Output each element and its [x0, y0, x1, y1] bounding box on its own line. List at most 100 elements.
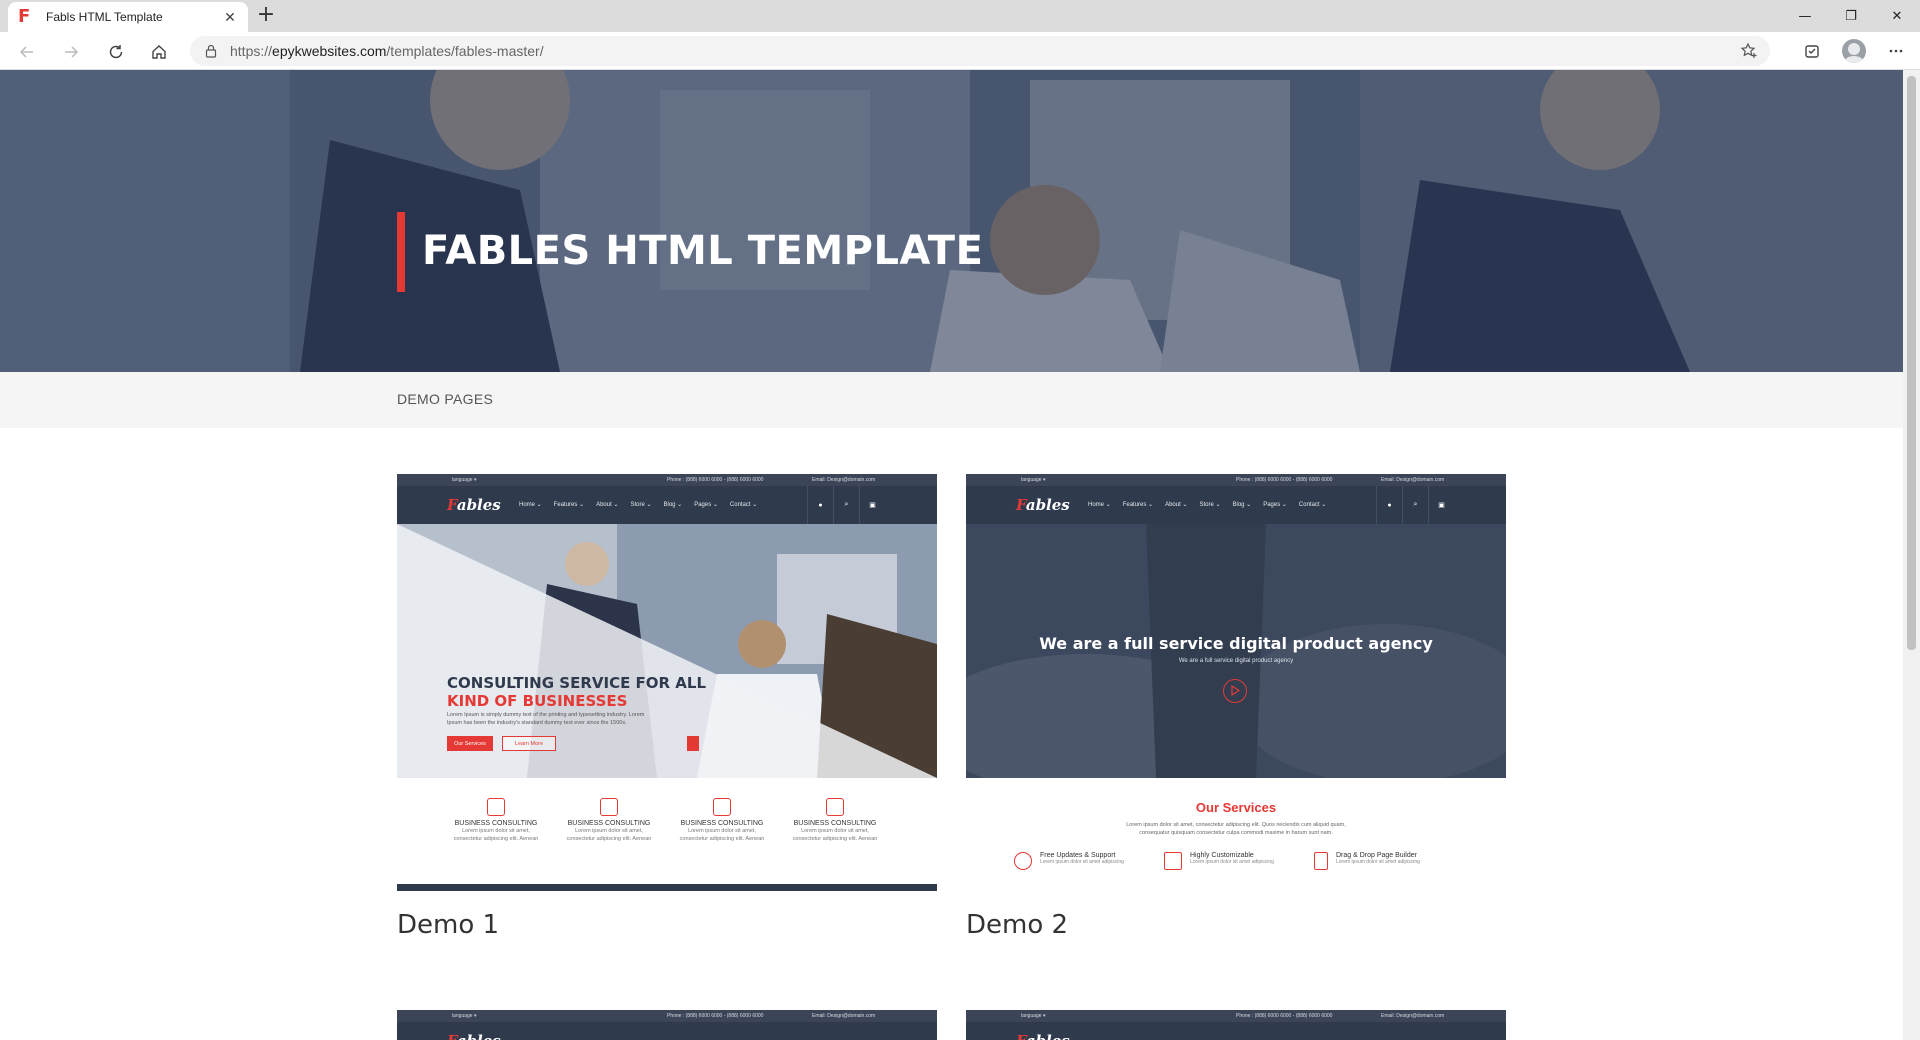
feature-title: Drag & Drop Page Builder: [1336, 852, 1417, 859]
mini-menu-item: Blog ⌄: [1232, 502, 1252, 508]
service-text: consectetur adipiscing elit. Aenean: [792, 836, 878, 842]
demo-2-services: Our Services Lorem ipsum dolor sit amet,…: [966, 778, 1506, 891]
demo-1-hero: CONSULTING SERVICE FOR ALL KIND OF BUSIN…: [397, 524, 937, 778]
mini-logo-initial: F: [447, 496, 457, 514]
home-button[interactable]: [146, 39, 172, 65]
mini-nav-icons: ● ⌕ ▣: [1376, 486, 1454, 524]
hero-banner: FABLES HTML TEMPLATE: [0, 70, 1903, 372]
play-triangle-icon: [1231, 684, 1241, 697]
demo-2-hero: We are a full service digital product ag…: [966, 524, 1506, 778]
hero-accent-bar: [397, 212, 405, 292]
mini-logo-rest: ables: [456, 496, 501, 514]
mini-nav: Fables Home ⌄ Features ⌄ About ⌄ Store ⌄…: [966, 486, 1506, 524]
monitor-icon: [1164, 852, 1182, 870]
mini-topbar: language ▾ Phone : (888) 6000 6000 - (88…: [397, 474, 937, 486]
address-bar[interactable]: https://epykwebsites.com/templates/fable…: [190, 36, 1770, 66]
service-text: Lorem ipsum dolor sit amet,: [801, 828, 869, 834]
page-scrollbar[interactable]: [1903, 70, 1920, 1040]
mini-logo-initial: F: [1016, 1032, 1026, 1040]
favorites-star-icon[interactable]: [1740, 42, 1758, 60]
page-viewport: FABLES HTML TEMPLATE DEMO PAGES language…: [0, 70, 1903, 1040]
mini-nav-icons: ● ⌕ ▣: [807, 486, 885, 524]
mini-email: Email: Design@domain.com: [812, 477, 876, 483]
forward-arrow-icon: [65, 46, 79, 58]
mini-logo-rest: ables: [1026, 1032, 1070, 1040]
mini-topbar: language ▾ Phone : (888) 6000 6000 - (88…: [966, 474, 1506, 486]
mini-menu-item: About ⌄: [596, 502, 619, 508]
demo-4-preview[interactable]: language ▾ Phone : (888) 6000 6000 - (88…: [966, 1010, 1506, 1040]
feature-title: Free Updates & Support: [1040, 852, 1116, 859]
demo-2-title[interactable]: Demo 2: [966, 910, 1068, 940]
mini-menu-item: Home ⌄: [1088, 502, 1111, 508]
demo-1-slider-button: [687, 736, 699, 751]
new-tab-button[interactable]: +: [254, 4, 278, 28]
demo-2-subline: We are a full service digital product ag…: [1178, 658, 1294, 664]
demo-1-services-button: Our Services: [447, 736, 493, 751]
mini-menu: Home ⌄ Features ⌄ About ⌄ Store ⌄ Blog ⌄…: [519, 501, 757, 508]
service-title: BUSINESS CONSULTING: [793, 820, 877, 827]
mini-language: language ▾: [452, 1013, 477, 1019]
browser-tab[interactable]: F Fabls HTML Template ✕: [8, 2, 248, 32]
document-icon: [1314, 852, 1328, 870]
demo-1-preview[interactable]: language ▾ Phone : (888) 6000 6000 - (88…: [397, 474, 937, 891]
mini-search-icon: ⌕: [1402, 486, 1428, 524]
mini-logo-rest: ables: [1025, 496, 1070, 514]
play-icon: [1223, 679, 1247, 703]
demo-3-preview[interactable]: language ▾ Phone : (888) 6000 6000 - (88…: [397, 1010, 937, 1040]
favicon-icon: F: [18, 6, 31, 27]
section-bar: DEMO PAGES: [0, 372, 1903, 428]
demo-1-title[interactable]: Demo 1: [397, 910, 499, 940]
service-item: BUSINESS CONSULTING Lorem ipsum dolor si…: [441, 798, 551, 843]
refresh-icon: [109, 45, 123, 59]
url-path: /templates/fables-master/: [386, 43, 544, 59]
mini-logo: Fables: [447, 1032, 501, 1040]
mini-phone: Phone : (888) 6000 6000 - (888) 6000 600…: [1236, 1013, 1333, 1019]
service-text: consectetur adipiscing elit. Aenean: [453, 836, 539, 842]
tab-strip: F Fabls HTML Template ✕ + — ❐ ✕: [0, 0, 1920, 32]
mini-cart-icon: ▣: [1428, 486, 1454, 524]
mini-nav: Fables: [966, 1022, 1506, 1040]
mini-phone: Phone : (888) 6000 6000 - (888) 6000 600…: [1236, 477, 1333, 483]
feature-item: Highly Customizable Lorem ipsum dolor sit…: [1164, 852, 1274, 870]
mini-logo: Fables: [1016, 496, 1070, 514]
mini-menu: Home ⌄ Features ⌄ About ⌄ Store ⌄ Blog ⌄…: [1088, 501, 1326, 508]
demo-2-preview[interactable]: language ▾ Phone : (888) 6000 6000 - (88…: [966, 474, 1506, 891]
minimize-icon[interactable]: —: [1782, 0, 1828, 32]
window-close-icon[interactable]: ✕: [1874, 0, 1920, 32]
url-scheme: https://: [230, 43, 273, 59]
restore-icon[interactable]: ❐: [1828, 0, 1874, 32]
mini-menu-item: Pages ⌄: [1263, 502, 1287, 508]
toolbar-right: [1798, 37, 1910, 65]
service-text: Lorem ipsum dolor sit amet,: [462, 828, 530, 834]
profile-button[interactable]: [1840, 37, 1868, 65]
collections-icon: [1805, 45, 1819, 58]
mini-menu-item: Pages ⌄: [694, 502, 718, 508]
mini-email: Email: Design@domain.com: [1381, 1013, 1445, 1019]
feature-text: Lorem ipsum dolor sit amet adipiscing: [1040, 859, 1124, 865]
service-item: BUSINESS CONSULTING Lorem ipsum dolor si…: [554, 798, 664, 843]
presentation-icon: [713, 798, 731, 816]
tab-close-icon[interactable]: ✕: [222, 9, 238, 26]
back-button[interactable]: [14, 39, 40, 65]
refresh-button[interactable]: [103, 39, 129, 65]
mini-menu-item: Contact ⌄: [1298, 502, 1327, 508]
forward-button[interactable]: [58, 39, 84, 65]
mini-logo-initial: F: [447, 1032, 457, 1040]
mini-email: Email: Design@domain.com: [812, 1013, 876, 1019]
mini-menu-item: Store ⌄: [1199, 502, 1221, 508]
mini-menu-item: Home ⌄: [519, 502, 542, 508]
url-text: https://epykwebsites.com/templates/fable…: [230, 43, 544, 59]
mini-phone: Phone : (888) 6000 6000 - (888) 6000 600…: [667, 1013, 764, 1019]
menu-button[interactable]: [1882, 37, 1910, 65]
scrollbar-thumb[interactable]: [1907, 76, 1916, 650]
headset-icon: [1014, 852, 1032, 870]
service-text: Lorem ipsum dolor sit amet,: [575, 828, 643, 834]
mini-topbar: language ▾ Phone : (888) 6000 6000 - (88…: [966, 1010, 1506, 1022]
mini-phone: Phone : (888) 6000 6000 - (888) 6000 600…: [667, 477, 764, 483]
url-host: epykwebsites.com: [272, 43, 387, 59]
demo-1-learn-more-button: Learn More: [502, 736, 556, 751]
feature-text: Lorem ipsum dolor sit amet adipiscing: [1336, 859, 1420, 865]
collections-button[interactable]: [1798, 37, 1826, 65]
mini-menu-item: Features ⌄: [1122, 502, 1154, 508]
mini-nav: Fables Home ⌄ Features ⌄ About ⌄ Store ⌄…: [397, 486, 937, 524]
